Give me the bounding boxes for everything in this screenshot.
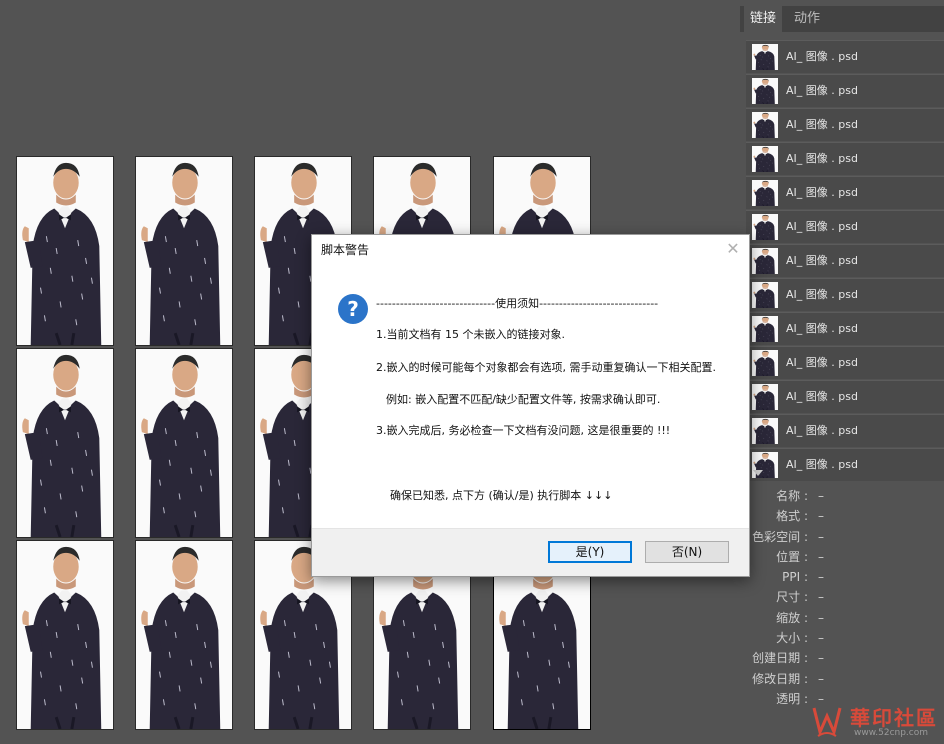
dialog-title: 脚本警告: [321, 243, 370, 257]
info-row: 大小 : –: [740, 628, 944, 648]
link-item[interactable]: AI_ 图像 . psd: [746, 210, 944, 243]
photo-layer[interactable]: [16, 156, 114, 346]
info-value: –: [818, 671, 824, 686]
info-label: 位置 :: [776, 549, 808, 564]
watermark-logo-icon: [812, 707, 842, 737]
info-value: –: [818, 509, 824, 524]
info-label: 名称 :: [776, 489, 808, 503]
info-value: –: [818, 529, 824, 544]
info-label: 大小 :: [776, 631, 808, 646]
link-thumbnail: [752, 112, 778, 138]
script-warning-dialog: 脚本警告 ✕ ? ------------------------------使…: [311, 234, 750, 577]
link-name: AI_ 图像 . psd: [786, 152, 858, 165]
photo-layer[interactable]: [16, 540, 114, 730]
no-button[interactable]: 否(N): [645, 541, 729, 563]
link-item[interactable]: AI_ 图像 . psd: [746, 346, 944, 379]
link-thumbnail: [752, 248, 778, 274]
link-name: AI_ 图像 . psd: [786, 424, 858, 437]
question-icon: ?: [338, 294, 368, 324]
link-thumbnail: [752, 384, 778, 410]
info-value: –: [818, 590, 824, 605]
info-row: 尺寸 : –: [740, 587, 944, 607]
photo-layer[interactable]: [16, 348, 114, 538]
info-row: 色彩空间 : –: [740, 527, 944, 547]
info-label: 透明 :: [776, 691, 808, 706]
link-name: AI_ 图像 . psd: [786, 50, 858, 63]
info-value: –: [818, 489, 824, 503]
info-value: –: [818, 570, 824, 585]
info-row: 修改日期 : –: [740, 669, 944, 689]
watermark-url: www.52cnp.com: [854, 728, 929, 738]
notice-line-1: 1.当前文档有 15 个未嵌入的链接对象.: [376, 328, 565, 341]
info-value: –: [818, 610, 824, 625]
link-thumbnail: [752, 44, 778, 70]
tab-links[interactable]: 链接: [744, 6, 783, 32]
info-label: 尺寸 :: [776, 590, 808, 605]
link-name: AI_ 图像 . psd: [786, 118, 858, 131]
notice-line-3: 3.嵌入完成后, 务必检查一下文档有没问题, 这是很重要的 !!!: [376, 424, 671, 437]
link-thumbnail: [752, 316, 778, 342]
close-icon[interactable]: ✕: [723, 239, 743, 259]
link-item[interactable]: AI_ 图像 . psd: [746, 108, 944, 141]
info-value: –: [818, 631, 824, 646]
link-item[interactable]: AI_ 图像 . psd: [746, 40, 944, 73]
link-item[interactable]: AI_ 图像 . psd: [746, 414, 944, 447]
notice-line-2: 2.嵌入的时候可能每个对象都会有选项, 需手动重复确认一下相关配置.: [376, 361, 716, 374]
link-info: 名称 : – 格式 : – 色彩空间 : – 位置 : – PPI : – 尺寸 : – 缩放 : – 大小…: [740, 486, 944, 709]
link-name: AI_ 图像 . psd: [786, 254, 858, 267]
link-name: AI_ 图像 . psd: [786, 220, 858, 233]
link-item[interactable]: AI_ 图像 . psd: [746, 142, 944, 175]
link-item[interactable]: AI_ 图像 . psd: [746, 278, 944, 311]
photo-layer[interactable]: [135, 540, 233, 730]
info-label: 修改日期 :: [752, 671, 808, 686]
links-panel: 链接 动作 AI_ 图像 . psd AI_ 图像 . psd AI_ 图像 . p…: [740, 0, 944, 744]
link-name: AI_ 图像 . psd: [786, 288, 858, 301]
info-row: PPI : –: [740, 567, 944, 587]
link-name: AI_ 图像 . psd: [786, 458, 858, 471]
tab-actions[interactable]: 动作: [788, 6, 826, 32]
link-item[interactable]: AI_ 图像 . psd: [746, 312, 944, 345]
panel-tabs: 链接 动作: [740, 6, 944, 32]
link-list: AI_ 图像 . psd AI_ 图像 . psd AI_ 图像 . psd AI_ …: [746, 40, 944, 482]
link-thumbnail: [752, 146, 778, 172]
collapse-arrow-icon[interactable]: [753, 470, 763, 476]
link-thumbnail: [752, 78, 778, 104]
notice-separator: ------------------------------使用须知------…: [376, 297, 659, 310]
link-item[interactable]: AI_ 图像 . psd: [746, 244, 944, 277]
link-item[interactable]: AI_ 图像 . psd: [746, 74, 944, 107]
info-row: 位置 : –: [740, 547, 944, 567]
info-row: 格式 : –: [740, 506, 944, 526]
link-thumbnail: [752, 418, 778, 444]
info-row: 名称 : –: [740, 486, 944, 506]
link-thumbnail: [752, 214, 778, 240]
link-item[interactable]: AI_ 图像 . psd: [746, 176, 944, 209]
info-row: 缩放 : –: [740, 608, 944, 628]
dialog-footer: 是(Y) 否(N): [312, 528, 749, 576]
link-name: AI_ 图像 . psd: [786, 322, 858, 335]
info-row: 创建日期 : –: [740, 648, 944, 668]
link-name: AI_ 图像 . psd: [786, 390, 858, 403]
yes-button[interactable]: 是(Y): [548, 541, 632, 563]
info-label: 色彩空间 :: [752, 529, 808, 544]
link-thumbnail: [752, 350, 778, 376]
link-thumbnail: [752, 180, 778, 206]
link-name: AI_ 图像 . psd: [786, 356, 858, 369]
confirm-instruction: 确保已知悉, 点下方 (确认/是) 执行脚本 ↓↓↓: [390, 489, 613, 502]
link-thumbnail: [752, 282, 778, 308]
watermark-text: 華印社區: [850, 706, 938, 730]
info-label: 格式 :: [776, 509, 808, 524]
info-label: 缩放 :: [776, 610, 808, 625]
info-label: PPI :: [782, 570, 808, 585]
link-item[interactable]: AI_ 图像 . psd: [746, 448, 944, 481]
info-value: –: [818, 549, 824, 564]
notice-example: 例如: 嵌入配置不匹配/缺少配置文件等, 按需求确认即可.: [386, 393, 661, 406]
watermark: 華印社區 www.52cnp.com: [810, 702, 940, 742]
info-value: –: [818, 651, 824, 666]
info-label: 创建日期 :: [752, 651, 808, 666]
link-name: AI_ 图像 . psd: [786, 186, 858, 199]
photo-layer[interactable]: [135, 156, 233, 346]
link-name: AI_ 图像 . psd: [786, 84, 858, 97]
photo-layer[interactable]: [135, 348, 233, 538]
link-item[interactable]: AI_ 图像 . psd: [746, 380, 944, 413]
